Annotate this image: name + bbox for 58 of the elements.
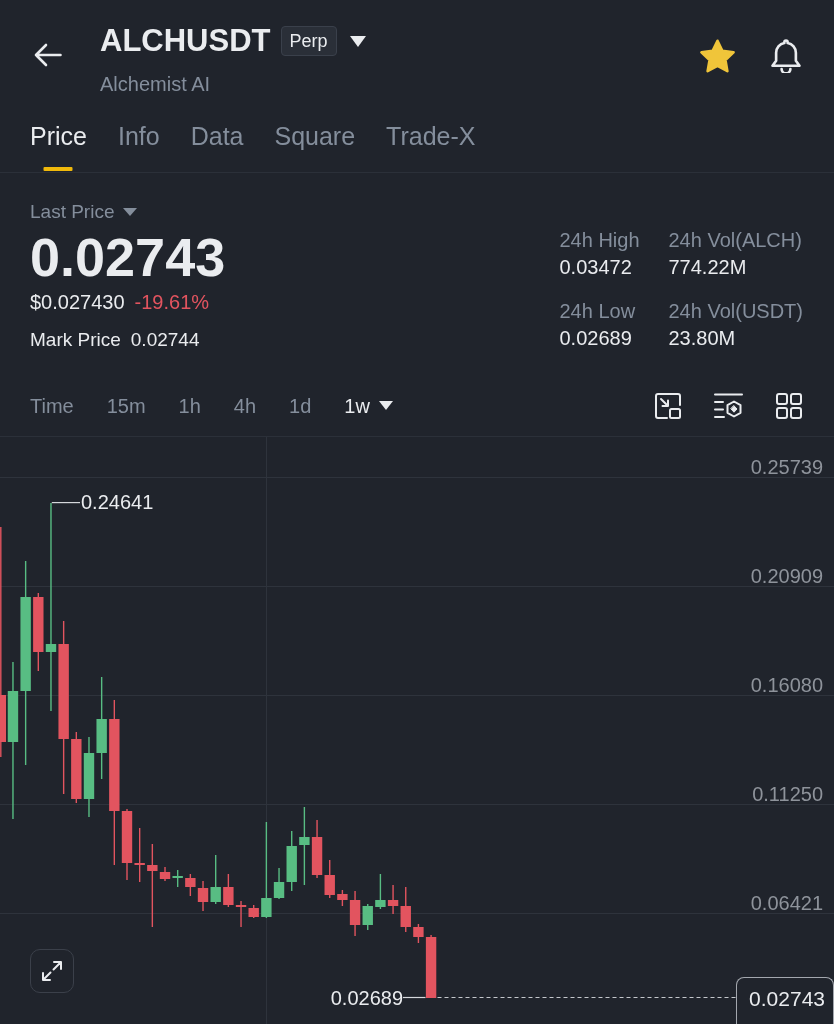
price-axis-label: 0.25739 [750, 455, 823, 480]
caret-down-icon[interactable] [349, 35, 366, 47]
symbol-title: ALCHUSDT [100, 23, 271, 59]
stat-value: 0.02689 [559, 326, 632, 351]
caret-down-icon [123, 208, 138, 216]
tab[interactable]: Data [190, 110, 244, 172]
star-icon[interactable] [700, 39, 735, 73]
rising-candle [362, 903, 373, 931]
interval-tab[interactable]: 4h [233, 392, 257, 419]
price-axis-label: 0.16080 [750, 673, 823, 698]
high-price-marker: 0.24641 [81, 490, 154, 515]
contract-badge: Perp [280, 26, 337, 56]
price-axis-label: 0.06421 [750, 891, 823, 916]
rising-candle [210, 854, 221, 905]
last-price-tag: 0.02743 [736, 977, 834, 1024]
falling-candle [197, 880, 209, 912]
bell-icon[interactable] [770, 39, 802, 73]
low-price-marker: 0.02689 [330, 986, 403, 1011]
leader-line [51, 502, 81, 504]
expand-icon [40, 959, 64, 983]
last-price: 0.02743 [30, 227, 226, 287]
price-axis-label: 0.11250 [752, 782, 823, 807]
tab[interactable]: Price [30, 110, 87, 172]
interval-tab[interactable]: 15m [106, 392, 146, 419]
tab-underline [44, 167, 73, 171]
tab[interactable]: Square [274, 110, 356, 172]
interval-tab[interactable]: 1w [344, 392, 393, 419]
stat-value: 774.22M [668, 255, 747, 280]
stat-label: 24h Vol(USDT) [668, 299, 803, 324]
stat-label: 24h Low [559, 299, 636, 324]
lines-hexagon-icon[interactable] [714, 392, 743, 419]
price-type-dropdown[interactable]: Last Price [30, 200, 138, 224]
back-button[interactable] [33, 42, 63, 68]
stat-value: 23.80M [668, 326, 736, 351]
grid-icon[interactable] [776, 392, 802, 419]
mark-price-label: Mark Price [30, 328, 121, 352]
price-axis-label: 0.20909 [750, 564, 823, 589]
frame-arrow-icon[interactable] [655, 392, 681, 419]
stat-value: 0.03472 [559, 255, 632, 280]
tab[interactable]: Info [117, 110, 160, 172]
back-arrow-icon [34, 43, 62, 67]
leader-line [402, 996, 427, 999]
stat-label: 24h High [559, 228, 640, 253]
stat-label: 24h Vol(ALCH) [668, 228, 802, 253]
usd-price: $0.027430 [30, 290, 125, 315]
mark-price: 0.02744 [130, 328, 200, 352]
falling-candle [185, 873, 196, 897]
interval-tab[interactable]: 1d [289, 392, 312, 419]
rising-candle [172, 869, 183, 888]
price-change: -19.61% [134, 290, 210, 315]
expand-button[interactable] [30, 949, 74, 993]
interval-tab[interactable]: Time [30, 392, 74, 419]
subtitle: Alchemist AI [100, 72, 211, 97]
interval-tab[interactable]: 1h [178, 392, 201, 419]
falling-candle [223, 873, 234, 908]
falling-candle [134, 827, 145, 883]
tab[interactable]: Trade-X [386, 110, 476, 172]
rising-candle [375, 873, 386, 910]
